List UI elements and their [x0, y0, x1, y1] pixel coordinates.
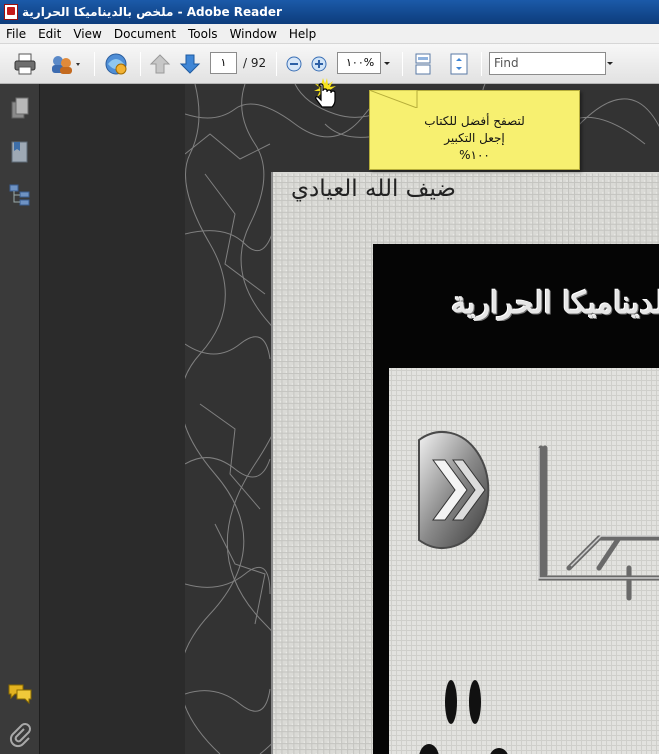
- cover-illustration: [389, 368, 659, 754]
- attachments-panel-button[interactable]: [7, 722, 33, 748]
- collaborate-icon: [52, 56, 80, 74]
- adobe-reader-icon: [4, 4, 18, 20]
- page-count-label: / 92: [243, 56, 267, 70]
- bookmarks-icon: [11, 141, 28, 163]
- pages-panel-button[interactable]: [7, 96, 33, 122]
- share-button[interactable]: [102, 52, 130, 76]
- cover-title: الديناميكا الحرارية: [451, 286, 659, 321]
- zoom-value-input[interactable]: ١٠٠%: [337, 52, 381, 74]
- toolbar-separator: [140, 52, 141, 76]
- tip-line-3: ١٠٠%: [459, 148, 490, 162]
- zoom-out-button[interactable]: [284, 52, 304, 76]
- chevron-down-icon: [384, 62, 390, 65]
- document-viewport[interactable]: ضيف الله العيادي الديناميكا الحرارية: [185, 84, 659, 754]
- collaborate-button[interactable]: [48, 52, 84, 76]
- menu-edit[interactable]: Edit: [32, 24, 67, 44]
- window-title: ملخص بالديناميكا الحرارية - Adobe Reader: [22, 5, 282, 19]
- share-icon: [105, 53, 127, 75]
- chevron-down-icon: [607, 62, 613, 65]
- cover-artwork: [389, 368, 659, 754]
- toolbar-separator: [94, 52, 95, 76]
- bookmarks-panel-button[interactable]: [7, 139, 33, 165]
- attachments-icon: [9, 723, 31, 748]
- comments-icon: [8, 684, 32, 705]
- print-button[interactable]: [12, 52, 38, 76]
- pages-icon: [11, 97, 29, 119]
- model-tree-icon: [9, 184, 30, 206]
- comments-panel-button[interactable]: [7, 680, 33, 706]
- previous-page-icon: [149, 54, 171, 74]
- find-dropdown-button[interactable]: [604, 52, 616, 75]
- next-page-icon: [179, 54, 201, 74]
- menu-document[interactable]: Document: [108, 24, 182, 44]
- scrolling-mode-icon: [415, 53, 431, 75]
- side-panel: [41, 84, 185, 754]
- tip-line-2: إجعل التكبير: [444, 131, 505, 145]
- toolbar-separator: [402, 52, 403, 76]
- hand-cursor-icon: [314, 78, 336, 108]
- author-name: ضيف الله العيادي: [291, 176, 456, 202]
- navigation-pane: [0, 84, 40, 754]
- find-input[interactable]: Find: [489, 52, 606, 75]
- page-number-input[interactable]: ١: [210, 52, 237, 74]
- zoom-in-button[interactable]: [309, 52, 329, 76]
- print-icon: [14, 53, 36, 75]
- menu-window[interactable]: Window: [224, 24, 283, 44]
- pdf-page: ضيف الله العيادي الديناميكا الحرارية: [271, 172, 659, 754]
- next-page-button[interactable]: [178, 52, 202, 76]
- menu-tools[interactable]: Tools: [182, 24, 224, 44]
- zoom-in-icon: [311, 56, 327, 72]
- model-tree-panel-button[interactable]: [7, 182, 33, 208]
- cover-panel: الديناميكا الحرارية: [373, 244, 659, 754]
- tip-pointer: [369, 90, 418, 108]
- scrolling-mode-button[interactable]: [412, 52, 434, 76]
- title-bar: ملخص بالديناميكا الحرارية - Adobe Reader: [0, 0, 659, 24]
- fit-page-button[interactable]: [448, 52, 470, 76]
- menu-view[interactable]: View: [67, 24, 107, 44]
- toolbar-separator: [481, 52, 482, 76]
- menu-help[interactable]: Help: [283, 24, 322, 44]
- zoom-out-icon: [286, 56, 302, 72]
- fit-page-icon: [450, 53, 468, 75]
- previous-page-button[interactable]: [148, 52, 172, 76]
- menu-file[interactable]: File: [0, 24, 32, 44]
- zoom-dropdown-button[interactable]: [381, 52, 393, 74]
- menu-bar: File Edit View Document Tools Window Hel…: [0, 24, 659, 44]
- toolbar-separator: [276, 52, 277, 76]
